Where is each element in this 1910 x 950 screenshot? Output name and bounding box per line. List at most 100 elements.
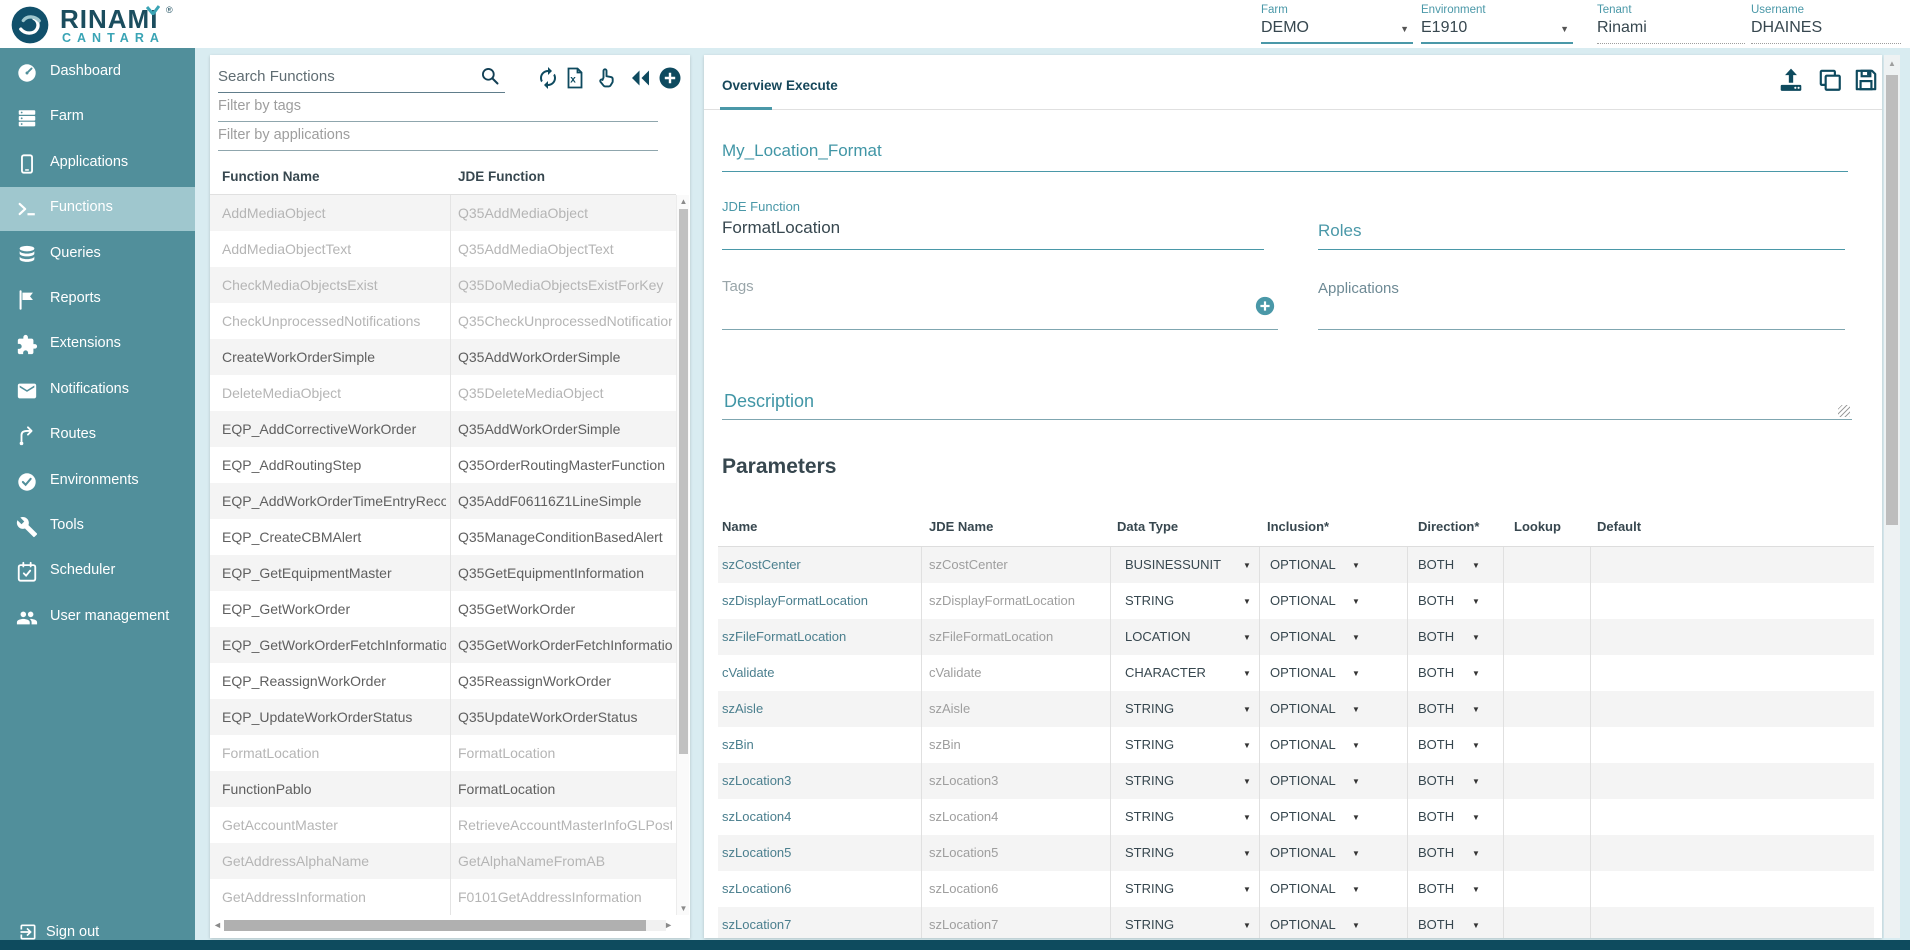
header-field-environment[interactable]: EnvironmentE1910▼ (1421, 4, 1573, 44)
dropdown-arrow-icon[interactable]: ▼ (1472, 561, 1480, 570)
dropdown-arrow-icon[interactable]: ▼ (1243, 741, 1251, 750)
param-name-link[interactable]: szCostCenter (722, 547, 917, 583)
sidebar-item-extensions[interactable]: Extensions (0, 323, 195, 367)
param-data-type-select[interactable]: STRING (1125, 691, 1237, 727)
dropdown-arrow-icon[interactable]: ▼ (1400, 24, 1409, 34)
search-functions-input[interactable]: Search Functions (218, 68, 335, 85)
scroll-up-arrow-icon[interactable]: ▲ (1884, 59, 1900, 68)
param-data-type-select[interactable]: LOCATION (1125, 619, 1237, 655)
param-inclusion-select[interactable]: OPTIONAL (1270, 727, 1348, 763)
function-name-field[interactable]: My_Location_Format (722, 141, 882, 161)
scroll-left-arrow-icon[interactable]: ◄ (213, 920, 222, 930)
param-direction-select[interactable]: BOTH (1418, 727, 1468, 763)
sidebar-item-dashboard[interactable]: Dashboard (0, 51, 195, 95)
sidebar-item-reports[interactable]: Reports (0, 278, 195, 322)
param-direction-select[interactable]: BOTH (1418, 583, 1468, 619)
function-list-row[interactable]: EQP_AddWorkOrderTimeEntryRecordQ35AddF06… (210, 483, 676, 519)
rewind-icon[interactable] (628, 66, 652, 90)
function-list-row[interactable]: AddMediaObjectQ35AddMediaObject (210, 195, 676, 231)
dropdown-arrow-icon[interactable]: ▼ (1352, 741, 1360, 750)
param-name-link[interactable]: szLocation5 (722, 835, 917, 871)
roles-field[interactable]: Roles (1318, 221, 1361, 241)
dropdown-arrow-icon[interactable]: ▼ (1352, 921, 1360, 930)
param-direction-select[interactable]: BOTH (1418, 835, 1468, 871)
function-list-row[interactable]: EQP_ReassignWorkOrderQ35ReassignWorkOrde… (210, 663, 676, 699)
dropdown-arrow-icon[interactable]: ▼ (1352, 849, 1360, 858)
param-data-type-select[interactable]: BUSINESSUNIT (1125, 547, 1237, 583)
sidebar-item-routes[interactable]: Routes (0, 414, 195, 458)
dropdown-arrow-icon[interactable]: ▼ (1472, 813, 1480, 822)
list-vertical-scroll-thumb[interactable] (679, 209, 688, 754)
list-horizontal-scroll-thumb[interactable] (224, 920, 646, 931)
param-direction-select[interactable]: BOTH (1418, 763, 1468, 799)
param-name-link[interactable]: szLocation6 (722, 871, 917, 907)
param-direction-select[interactable]: BOTH (1418, 799, 1468, 835)
add-icon[interactable] (658, 66, 682, 90)
function-list-row[interactable]: GetAccountMasterRetrieveAccountMasterInf… (210, 807, 676, 843)
param-inclusion-select[interactable]: OPTIONAL (1270, 583, 1348, 619)
dropdown-arrow-icon[interactable]: ▼ (1472, 885, 1480, 894)
header-field-value[interactable]: DEMO (1261, 19, 1413, 37)
dropdown-arrow-icon[interactable]: ▼ (1472, 777, 1480, 786)
param-name-link[interactable]: cValidate (722, 655, 917, 691)
dropdown-arrow-icon[interactable]: ▼ (1352, 597, 1360, 606)
dropdown-arrow-icon[interactable]: ▼ (1243, 561, 1251, 570)
param-inclusion-select[interactable]: OPTIONAL (1270, 619, 1348, 655)
dropdown-arrow-icon[interactable]: ▼ (1560, 24, 1569, 34)
function-list-row[interactable]: EQP_CreateCBMAlertQ35ManageConditionBase… (210, 519, 676, 555)
header-field-username[interactable]: UsernameDHAINES (1751, 4, 1901, 44)
sidebar-item-environments[interactable]: Environments (0, 460, 195, 504)
sidebar-item-scheduler[interactable]: Scheduler (0, 550, 195, 594)
filter-by-applications-input[interactable]: Filter by applications (218, 127, 350, 143)
jde-function-field[interactable]: FormatLocation (722, 218, 840, 238)
dropdown-arrow-icon[interactable]: ▼ (1352, 705, 1360, 714)
excel-icon[interactable]: x (563, 66, 587, 90)
function-list-row[interactable]: EQP_AddCorrectiveWorkOrderQ35AddWorkOrde… (210, 411, 676, 447)
param-data-type-select[interactable]: STRING (1125, 835, 1237, 871)
sidebar-item-applications[interactable]: Applications (0, 142, 195, 186)
list-horizontal-scrollbar[interactable]: ◄ ► (210, 918, 676, 933)
save-icon[interactable] (1853, 67, 1879, 93)
scroll-right-arrow-icon[interactable]: ► (664, 920, 673, 930)
hand-icon[interactable] (594, 66, 618, 90)
param-name-link[interactable]: szLocation3 (722, 763, 917, 799)
textarea-resize-handle-icon[interactable] (1838, 405, 1850, 417)
filter-by-tags-input[interactable]: Filter by tags (218, 98, 301, 114)
dropdown-arrow-icon[interactable]: ▼ (1472, 849, 1480, 858)
dropdown-arrow-icon[interactable]: ▼ (1472, 669, 1480, 678)
param-data-type-select[interactable]: STRING (1125, 907, 1237, 938)
header-field-value[interactable]: DHAINES (1751, 19, 1901, 37)
function-list-row[interactable]: CheckUnprocessedNotificationsQ35CheckUnp… (210, 303, 676, 339)
sidebar-item-functions[interactable]: Functions (0, 187, 195, 231)
dropdown-arrow-icon[interactable]: ▼ (1243, 705, 1251, 714)
param-inclusion-select[interactable]: OPTIONAL (1270, 763, 1348, 799)
dropdown-arrow-icon[interactable]: ▼ (1243, 597, 1251, 606)
param-inclusion-select[interactable]: OPTIONAL (1270, 547, 1348, 583)
param-inclusion-select[interactable]: OPTIONAL (1270, 871, 1348, 907)
sidebar-item-notifications[interactable]: Notifications (0, 369, 195, 413)
function-list-row[interactable]: GetAddressAlphaNameGetAlphaNameFromAB (210, 843, 676, 879)
param-name-link[interactable]: szBin (722, 727, 917, 763)
function-list-row[interactable]: FormatLocationFormatLocation (210, 735, 676, 771)
dropdown-arrow-icon[interactable]: ▼ (1472, 705, 1480, 714)
param-name-link[interactable]: szFileFormatLocation (722, 619, 917, 655)
param-inclusion-select[interactable]: OPTIONAL (1270, 907, 1348, 938)
param-direction-select[interactable]: BOTH (1418, 691, 1468, 727)
dropdown-arrow-icon[interactable]: ▼ (1472, 741, 1480, 750)
param-direction-select[interactable]: BOTH (1418, 547, 1468, 583)
param-name-link[interactable]: szLocation4 (722, 799, 917, 835)
param-direction-select[interactable]: BOTH (1418, 655, 1468, 691)
dropdown-arrow-icon[interactable]: ▼ (1472, 597, 1480, 606)
dropdown-arrow-icon[interactable]: ▼ (1352, 561, 1360, 570)
applications-field[interactable]: Applications (1318, 280, 1399, 297)
dropdown-arrow-icon[interactable]: ▼ (1352, 669, 1360, 678)
copy-icon[interactable] (1817, 67, 1843, 93)
description-field[interactable]: Description (724, 391, 814, 412)
refresh-icon[interactable] (536, 66, 560, 90)
param-data-type-select[interactable]: CHARACTER (1125, 655, 1237, 691)
scroll-down-arrow-icon[interactable]: ▼ (677, 904, 690, 913)
function-list-row[interactable]: EQP_AddRoutingStepQ35OrderRoutingMasterF… (210, 447, 676, 483)
param-data-type-select[interactable]: STRING (1125, 583, 1237, 619)
function-list-row[interactable]: EQP_GetWorkOrderQ35GetWorkOrder (210, 591, 676, 627)
function-list-row[interactable]: GetAddressInformationF0101GetAddressInfo… (210, 879, 676, 915)
